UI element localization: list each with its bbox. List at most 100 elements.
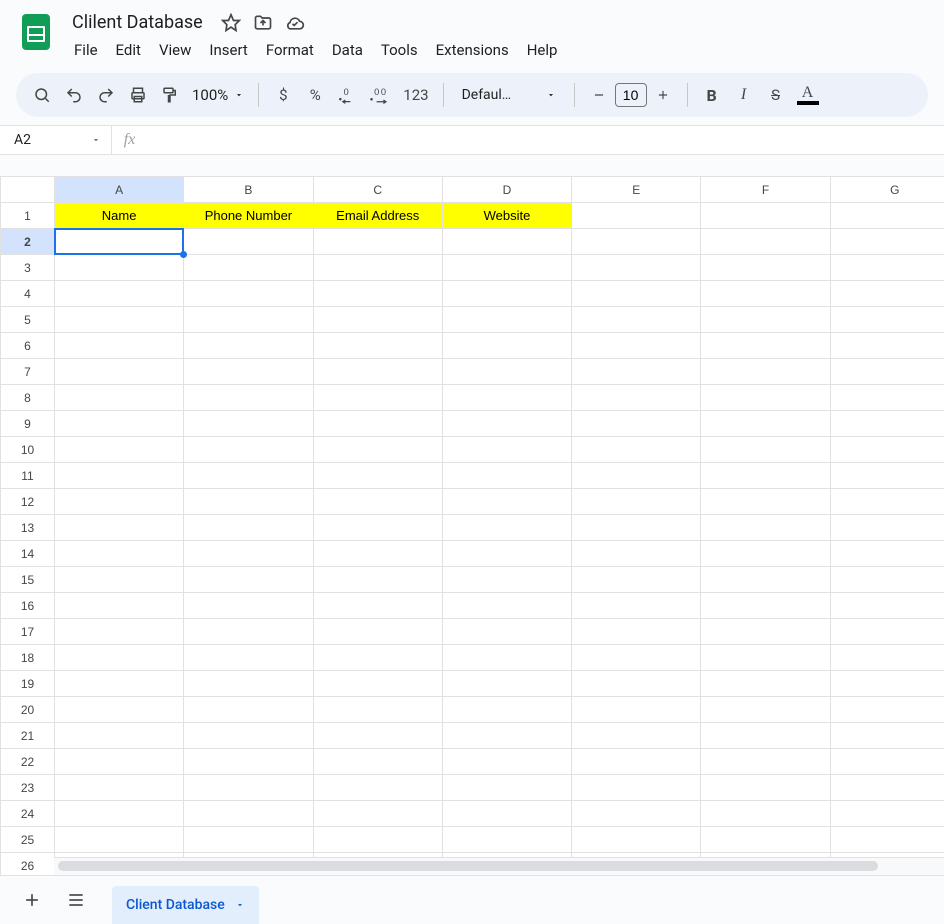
menu-view[interactable]: View xyxy=(151,37,199,63)
cell-C13[interactable] xyxy=(313,515,442,541)
cell-B15[interactable] xyxy=(184,567,313,593)
cell-B10[interactable] xyxy=(184,437,313,463)
cell-E23[interactable] xyxy=(572,775,701,801)
row-header-15[interactable]: 15 xyxy=(1,567,55,593)
column-header-F[interactable]: F xyxy=(701,177,830,203)
cell-B22[interactable] xyxy=(184,749,313,775)
cell-E2[interactable] xyxy=(572,229,701,255)
row-header-16[interactable]: 16 xyxy=(1,593,55,619)
cell-A1[interactable]: Name xyxy=(55,203,184,229)
text-color-button[interactable]: A xyxy=(794,80,822,110)
cell-F4[interactable] xyxy=(701,281,830,307)
cell-F11[interactable] xyxy=(701,463,830,489)
cell-C19[interactable] xyxy=(313,671,442,697)
sheet-tab-active[interactable]: Client Database xyxy=(112,886,259,924)
column-header-B[interactable]: B xyxy=(184,177,313,203)
cell-C11[interactable] xyxy=(313,463,442,489)
column-header-E[interactable]: E xyxy=(572,177,701,203)
cell-G4[interactable] xyxy=(830,281,944,307)
cell-B17[interactable] xyxy=(184,619,313,645)
cell-F1[interactable] xyxy=(701,203,830,229)
column-header-D[interactable]: D xyxy=(442,177,571,203)
row-header-8[interactable]: 8 xyxy=(1,385,55,411)
paint-format-icon[interactable] xyxy=(156,80,184,110)
cell-F10[interactable] xyxy=(701,437,830,463)
row-header-22[interactable]: 22 xyxy=(1,749,55,775)
cell-F19[interactable] xyxy=(701,671,830,697)
cell-F2[interactable] xyxy=(701,229,830,255)
cell-B6[interactable] xyxy=(184,333,313,359)
cell-F13[interactable] xyxy=(701,515,830,541)
cell-A3[interactable] xyxy=(55,255,184,281)
cell-E10[interactable] xyxy=(572,437,701,463)
all-sheets-button[interactable] xyxy=(58,882,94,918)
cell-C12[interactable] xyxy=(313,489,442,515)
cell-D19[interactable] xyxy=(442,671,571,697)
cell-F9[interactable] xyxy=(701,411,830,437)
cell-F21[interactable] xyxy=(701,723,830,749)
cell-C6[interactable] xyxy=(313,333,442,359)
decrease-decimal-icon[interactable]: 0 xyxy=(333,80,361,110)
menu-edit[interactable]: Edit xyxy=(108,37,149,63)
cell-B12[interactable] xyxy=(184,489,313,515)
cell-G1[interactable] xyxy=(830,203,944,229)
zoom-select[interactable]: 100% xyxy=(188,86,248,104)
row-header-18[interactable]: 18 xyxy=(1,645,55,671)
column-header-G[interactable]: G xyxy=(830,177,944,203)
cell-D3[interactable] xyxy=(442,255,571,281)
cell-C16[interactable] xyxy=(313,593,442,619)
cell-D15[interactable] xyxy=(442,567,571,593)
menu-tools[interactable]: Tools xyxy=(373,37,426,63)
cell-A15[interactable] xyxy=(55,567,184,593)
cell-C17[interactable] xyxy=(313,619,442,645)
cell-E1[interactable] xyxy=(572,203,701,229)
cell-C20[interactable] xyxy=(313,697,442,723)
cell-A22[interactable] xyxy=(55,749,184,775)
cell-E16[interactable] xyxy=(572,593,701,619)
increase-decimal-icon[interactable]: 00 xyxy=(365,80,395,110)
add-sheet-button[interactable] xyxy=(14,882,50,918)
cell-E7[interactable] xyxy=(572,359,701,385)
row-header-4[interactable]: 4 xyxy=(1,281,55,307)
cell-D25[interactable] xyxy=(442,827,571,853)
menu-format[interactable]: Format xyxy=(258,37,322,63)
cell-D9[interactable] xyxy=(442,411,571,437)
cell-B13[interactable] xyxy=(184,515,313,541)
cell-G18[interactable] xyxy=(830,645,944,671)
row-header-7[interactable]: 7 xyxy=(1,359,55,385)
cell-B21[interactable] xyxy=(184,723,313,749)
cell-D17[interactable] xyxy=(442,619,571,645)
cell-D1[interactable]: Website xyxy=(442,203,571,229)
cell-G13[interactable] xyxy=(830,515,944,541)
cell-F24[interactable] xyxy=(701,801,830,827)
cell-G9[interactable] xyxy=(830,411,944,437)
cell-A18[interactable] xyxy=(55,645,184,671)
cell-E21[interactable] xyxy=(572,723,701,749)
cell-F15[interactable] xyxy=(701,567,830,593)
cell-A6[interactable] xyxy=(55,333,184,359)
column-header-A[interactable]: A xyxy=(55,177,184,203)
cell-C5[interactable] xyxy=(313,307,442,333)
cell-G5[interactable] xyxy=(830,307,944,333)
cell-E6[interactable] xyxy=(572,333,701,359)
cell-F25[interactable] xyxy=(701,827,830,853)
row-header-2[interactable]: 2 xyxy=(1,229,55,255)
menu-extensions[interactable]: Extensions xyxy=(428,37,517,63)
cell-D10[interactable] xyxy=(442,437,571,463)
cell-D13[interactable] xyxy=(442,515,571,541)
cell-A10[interactable] xyxy=(55,437,184,463)
cell-F12[interactable] xyxy=(701,489,830,515)
cloud-status-icon[interactable] xyxy=(285,13,305,33)
cell-D5[interactable] xyxy=(442,307,571,333)
cell-D23[interactable] xyxy=(442,775,571,801)
search-menus-icon[interactable] xyxy=(28,80,56,110)
cell-F16[interactable] xyxy=(701,593,830,619)
cell-C8[interactable] xyxy=(313,385,442,411)
menu-insert[interactable]: Insert xyxy=(201,37,255,63)
cell-C15[interactable] xyxy=(313,567,442,593)
cell-C7[interactable] xyxy=(313,359,442,385)
cell-C9[interactable] xyxy=(313,411,442,437)
cell-D8[interactable] xyxy=(442,385,571,411)
redo-icon[interactable] xyxy=(92,80,120,110)
row-header-24[interactable]: 24 xyxy=(1,801,55,827)
